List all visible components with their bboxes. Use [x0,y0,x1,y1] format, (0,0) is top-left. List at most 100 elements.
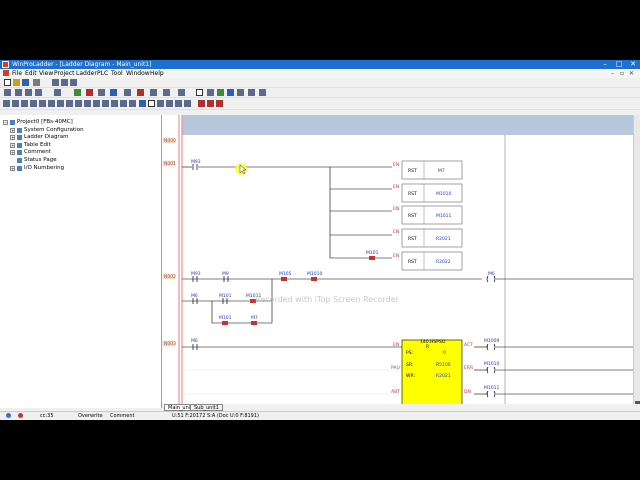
menu-file[interactable]: File [12,69,22,78]
doc-icon[interactable] [3,70,9,76]
grid-icon-3[interactable] [175,100,182,107]
reset-arg-4: R2022 [436,259,451,265]
open-icon[interactable] [13,79,20,86]
title-bar: WinProLadder - [Ladder Diagram - Main_un… [0,60,640,69]
online-icon[interactable] [98,89,105,96]
menu-plc[interactable]: PLC [97,69,108,78]
grid-icon-1[interactable] [157,100,164,107]
delete-col-icon[interactable] [207,100,214,107]
box-icon[interactable] [148,100,155,107]
ladder-editor[interactable]: N000 N001 N002 N003 M93 M101 EN RST M7 E… [162,115,633,408]
vline-icon[interactable] [102,100,109,107]
menu-tool[interactable]: Tool [111,69,123,78]
reset-arg-0: M7 [438,168,445,174]
nc-contact-icon[interactable] [12,100,19,107]
reset-op-0: RST [408,168,417,174]
tab-sub-unit1[interactable]: Sub_unit1 [190,404,223,411]
en-label-0: EN [393,162,399,168]
tree-expander-icon[interactable]: + [10,150,15,156]
contact-label-m7: M7 [251,315,258,321]
fblock-sub: R [426,344,429,350]
contact-label-m101: M101 [366,250,379,256]
menu-ladder[interactable]: Ladder [76,69,97,78]
reset-arg-2: M1011 [436,213,451,219]
compile-icon[interactable] [110,89,117,96]
undo-icon[interactable] [4,89,11,96]
io-icon[interactable] [237,89,244,96]
ladder-canvas[interactable]: N000 N001 N002 N003 M93 M101 EN RST M7 E… [162,115,633,408]
doc-restore-icon[interactable]: ▫ [620,69,624,78]
reset-coil-icon[interactable] [84,100,91,107]
set-coil-icon[interactable] [75,100,82,107]
hline-icon[interactable] [93,100,100,107]
paste-icon[interactable] [70,79,77,86]
close-branch-icon[interactable] [48,100,55,107]
vertical-scrollbar[interactable] [633,115,640,408]
status-icon[interactable] [163,89,170,96]
folder-icon [17,158,22,163]
download-icon[interactable] [124,89,131,96]
delete-row-icon[interactable] [198,100,205,107]
about-icon[interactable] [259,89,266,96]
folder-icon [17,165,22,171]
step-icon[interactable] [139,100,146,107]
delete-icon[interactable] [216,100,223,107]
new-icon[interactable] [4,79,11,86]
tree-expander-icon[interactable]: + [10,142,15,148]
upload-icon[interactable] [150,89,157,96]
fblock-ps-value: 0 [443,350,446,356]
reset-op-4: RST [408,259,417,265]
grid-icon-2[interactable] [166,100,173,107]
run-icon[interactable] [86,89,93,96]
cut-icon[interactable] [52,79,59,86]
timer-icon[interactable] [120,100,127,107]
find-icon[interactable] [25,89,32,96]
fb-dn-label: DN [464,389,471,395]
doc-close-icon[interactable]: ✕ [629,69,634,78]
en-label-2: EN [393,206,399,212]
menu-help[interactable]: Help [150,69,164,78]
counter-icon[interactable] [129,100,136,107]
fb-err-label: ERR [464,365,473,371]
inverse-coil-icon[interactable] [66,100,73,107]
open-branch-icon[interactable] [39,100,46,107]
coil-icon[interactable] [57,100,64,107]
rung-labels: N000 N001 N002 N003 [162,137,176,347]
app-icon [2,61,9,68]
table-icon[interactable] [217,89,224,96]
menu-project[interactable]: Project [54,69,75,78]
menu-edit[interactable]: Edit [25,69,37,78]
fblock-wr-label: WR: [406,373,415,379]
no-contact-icon[interactable] [3,100,10,107]
help-icon[interactable] [248,89,255,96]
window-icon[interactable] [196,89,203,96]
tree-expander-icon[interactable]: + [10,165,15,171]
contact-m105-active [281,277,287,281]
comment-icon[interactable] [227,89,234,96]
tree-expander-icon[interactable]: + [10,127,15,133]
close-icon[interactable]: ✕ [626,60,640,69]
grid-icon-4[interactable] [184,100,191,107]
print-icon[interactable] [33,79,40,86]
tile-icon[interactable] [207,89,214,96]
tree-expander-icon[interactable]: + [10,135,15,141]
status-comment: Comment [110,413,135,419]
replace-icon[interactable] [35,89,42,96]
menu-view[interactable]: View [39,69,53,78]
setting-icon[interactable] [178,89,185,96]
minimize-icon[interactable]: – [598,60,612,69]
status-red-icon [18,413,23,418]
maximize-icon[interactable]: □ [612,60,626,69]
stop-icon[interactable] [137,89,144,96]
menu-window[interactable]: Window [126,69,150,78]
tree-expander-icon[interactable]: − [3,120,8,125]
copy-icon[interactable] [61,79,68,86]
doc-minimize-icon[interactable]: – [611,69,614,78]
save-icon[interactable] [22,79,29,86]
fall-contact-icon[interactable] [30,100,37,107]
redo-icon[interactable] [15,89,22,96]
monitor-icon[interactable] [74,89,81,96]
insert-icon[interactable] [54,89,61,96]
rise-contact-icon[interactable] [21,100,28,107]
func-icon[interactable] [111,100,118,107]
